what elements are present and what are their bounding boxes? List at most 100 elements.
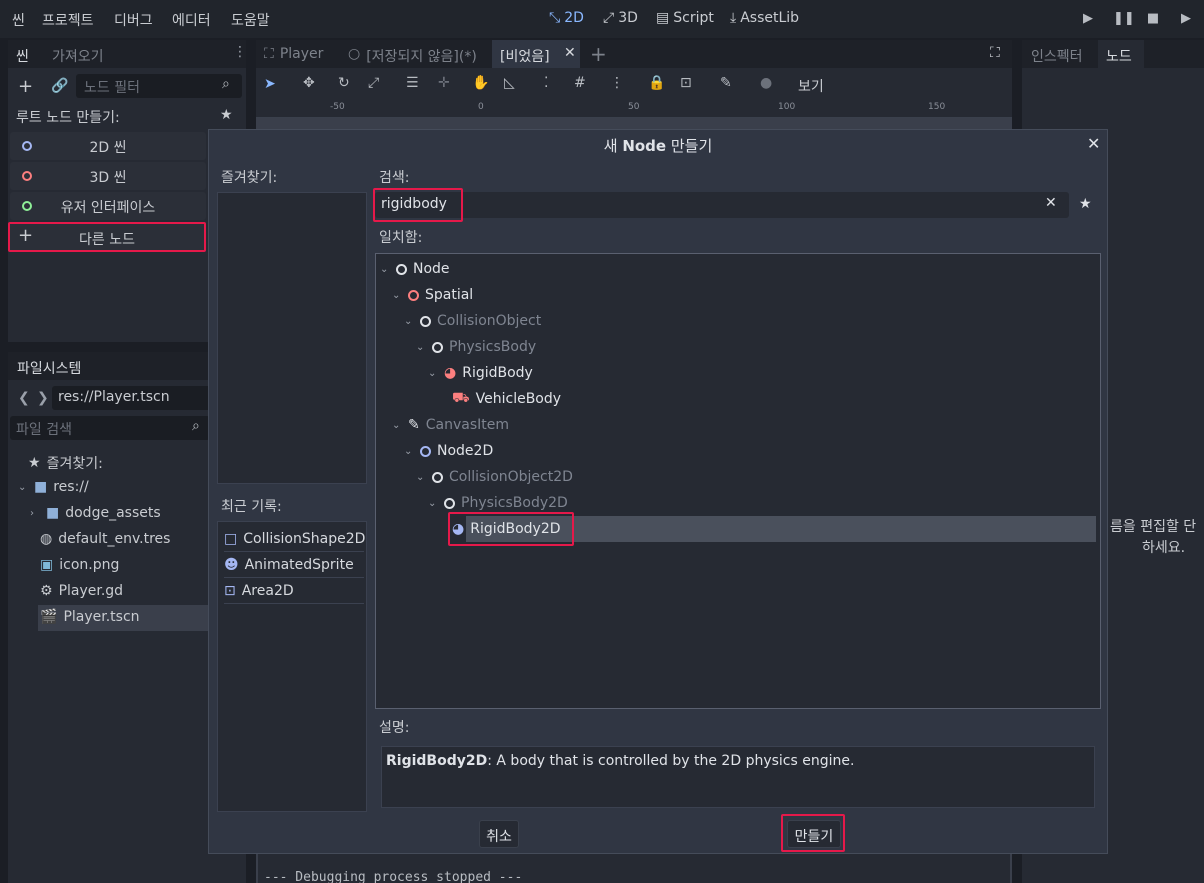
node-2d-scene-button[interactable]: 2D 씬 <box>10 132 206 160</box>
star-icon[interactable]: ★ <box>220 107 233 123</box>
stop-icon[interactable]: ■ <box>1145 11 1161 27</box>
close-icon[interactable]: ✕ <box>564 45 576 61</box>
chevron-down-icon: ⌄ <box>428 367 437 379</box>
group-icon[interactable]: ⊡ <box>680 75 692 91</box>
chevron-down-icon: ⌄ <box>392 419 401 431</box>
favorites-list[interactable] <box>217 192 367 484</box>
globe-icon: ◍ <box>40 531 53 547</box>
recent-item[interactable]: ⊡ Area2D <box>224 578 364 604</box>
cancel-button[interactable]: 취소 <box>479 820 519 848</box>
other-node-button[interactable]: + 다른 노드 <box>8 222 206 252</box>
tab-scene[interactable]: 씬 <box>16 46 29 66</box>
tree-node-node2d[interactable]: ⌄ Node2D <box>404 438 493 464</box>
shape-icon: □ <box>224 530 238 547</box>
link-icon[interactable]: 🔗 <box>51 78 68 94</box>
pan-icon[interactable]: ✋ <box>472 75 489 91</box>
fs-file-icon-png[interactable]: ▣ icon.png <box>40 557 119 573</box>
workspace-script[interactable]: ▤ Script <box>656 10 714 26</box>
tree-node-node[interactable]: ⌄ Node <box>380 256 450 282</box>
tree-node-vehiclebody[interactable]: ⛟ VehicleBody <box>452 386 561 412</box>
recent-item[interactable]: □ CollisionShape2D <box>224 526 365 552</box>
pivot-icon[interactable]: ✛ <box>438 75 450 91</box>
tab-inspector[interactable]: 인스펙터 <box>1031 46 1083 66</box>
search-icon: ⌕ <box>192 418 200 434</box>
tab-unsaved[interactable]: ○ [저장되지 않음](*) <box>348 46 477 66</box>
fs-file-player-tscn[interactable]: 🎬 Player.tscn <box>40 609 140 625</box>
add-tab-icon[interactable]: + <box>590 42 607 66</box>
play-scene-icon[interactable]: ▶ <box>1178 11 1194 27</box>
close-icon[interactable]: ✕ <box>1087 134 1100 153</box>
tab-empty[interactable]: [비었음] ✕ <box>492 40 580 68</box>
tree-node-collisionobject[interactable]: ⌄ CollisionObject <box>404 308 541 334</box>
add-node-icon[interactable]: + <box>18 76 33 97</box>
fs-folder-dodge-assets[interactable]: › ■ dodge_assets <box>30 505 161 521</box>
menu-editor[interactable]: 에디터 <box>172 10 211 30</box>
tab-filesystem[interactable]: 파일시스템 <box>17 358 81 378</box>
dock-menu-icon[interactable]: ⋮ <box>233 44 247 60</box>
camera-icon[interactable]: ● <box>760 75 772 91</box>
circle-icon: ○ <box>348 46 361 62</box>
tree-node-rigidbody[interactable]: ⌄ ◕ RigidBody <box>428 360 533 386</box>
script-icon: ▤ <box>656 10 670 26</box>
fs-file-default-env[interactable]: ◍ default_env.tres <box>40 531 170 547</box>
canvas-toolbar: ➤ ✥ ↻ ⤢ ☰ ✛ ✋ ◺ ⁚ # ⋮ 🔒 ⊡ ✎ ● 보기 <box>256 68 1012 100</box>
matches-tree: ⌄ Node ⌄ Spatial ⌄ CollisionObject ⌄ Physics… <box>375 253 1101 709</box>
move-icon[interactable]: ✥ <box>303 75 315 91</box>
description-box: RigidBody2D: A body that is controlled b… <box>381 746 1095 808</box>
scene-dock-tabs: 씬 가져오기 ⋮ <box>8 40 247 68</box>
fs-favorites[interactable]: ★ 즐겨찾기: <box>28 453 103 473</box>
chevron-down-icon: ⌄ <box>404 445 413 457</box>
menu-help[interactable]: 도움말 <box>231 10 270 30</box>
fs-res-root[interactable]: ⌄ ■ res:// <box>18 479 89 495</box>
more-icon[interactable]: ⋮ <box>610 75 624 91</box>
view-menu[interactable]: 보기 <box>798 76 824 96</box>
gear-icon: ⚙ <box>40 583 53 599</box>
tree-node-spatial[interactable]: ⌄ Spatial <box>392 282 473 308</box>
play-icon[interactable]: ▶ <box>1080 11 1096 27</box>
tree-node-collisionobject2d[interactable]: ⌄ CollisionObject2D <box>416 464 573 490</box>
tab-node[interactable]: 노드 <box>1106 46 1132 66</box>
recent-item[interactable]: ☻ AnimatedSprite <box>224 552 364 578</box>
rotate-icon[interactable]: ↻ <box>338 75 350 91</box>
list-icon[interactable]: ☰ <box>406 75 419 91</box>
select-icon[interactable]: ➤ <box>264 76 276 92</box>
menu-scene[interactable]: 씬 <box>12 10 25 30</box>
favorite-star-icon[interactable]: ★ <box>1079 196 1092 212</box>
rigidbody-icon: ◕ <box>444 365 457 381</box>
bone-icon[interactable]: ✎ <box>720 75 732 91</box>
tab-player[interactable]: ⛶ Player <box>264 46 323 62</box>
tab-import[interactable]: 가져오기 <box>52 46 104 66</box>
image-icon: ▣ <box>40 557 54 573</box>
workspace-2d[interactable]: ⤡ 2D <box>549 10 584 26</box>
menu-debug[interactable]: 디버그 <box>114 10 153 30</box>
node-filter-input[interactable]: 노드 필터 ⌕ <box>76 74 242 98</box>
menu-project[interactable]: 프로젝트 <box>42 10 94 30</box>
forward-icon[interactable]: ❯ <box>37 390 49 406</box>
workspace-3d[interactable]: ⤢ 3D <box>603 10 638 26</box>
tree-node-canvasitem[interactable]: ⌄ ✎ CanvasItem <box>392 412 509 438</box>
folder-icon: ■ <box>46 505 60 521</box>
node-ui-button[interactable]: 유저 인터페이스 <box>10 192 206 220</box>
lock-icon[interactable]: 🔒 <box>648 75 665 91</box>
ruler-icon[interactable]: ◺ <box>504 75 515 91</box>
search-input[interactable]: rigidbody ✕ <box>375 192 1069 218</box>
clear-icon[interactable]: ✕ <box>1045 195 1057 211</box>
pause-icon[interactable]: ❚❚ <box>1113 11 1135 27</box>
workspace-assetlib[interactable]: ⤓ AssetLib <box>730 10 799 26</box>
chevron-down-icon: ⌄ <box>428 497 437 509</box>
back-icon[interactable]: ❮ <box>18 390 30 406</box>
rigidbody2d-highlight <box>448 512 574 546</box>
snap-icon[interactable]: ⁚ <box>544 75 548 91</box>
chevron-down-icon: ⌄ <box>380 263 389 275</box>
download-icon: ⤓ <box>730 10 737 26</box>
search-icon: ⌕ <box>222 76 230 92</box>
file-search-input[interactable]: 파일 검색 ⌕ <box>10 416 210 440</box>
tree-node-physicsbody[interactable]: ⌄ PhysicsBody <box>416 334 536 360</box>
node2d-icon <box>420 445 431 457</box>
fullscreen-icon[interactable]: ⛶ <box>990 45 1000 61</box>
favorites-label: 즐겨찾기: <box>221 170 278 186</box>
grid-snap-icon[interactable]: # <box>574 75 586 91</box>
scale-icon[interactable]: ⤢ <box>368 75 379 91</box>
node-3d-scene-button[interactable]: 3D 씬 <box>10 162 206 190</box>
fs-file-player-gd[interactable]: ⚙ Player.gd <box>40 583 123 599</box>
